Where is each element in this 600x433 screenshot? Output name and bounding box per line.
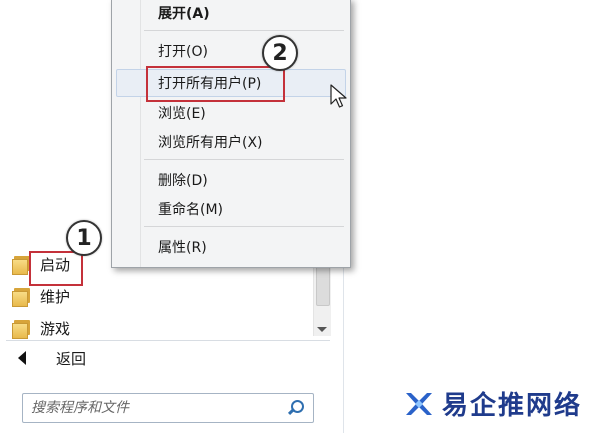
menu-item-explore[interactable]: 浏览(E)	[158, 103, 206, 123]
mouse-cursor-icon	[330, 84, 347, 108]
step-badge-2: 2	[262, 35, 298, 71]
back-arrow-icon	[18, 351, 26, 365]
highlight-box-startup	[29, 251, 83, 286]
menu-separator	[144, 159, 344, 160]
menu-item-expand[interactable]: 展开(A)	[158, 3, 210, 23]
context-menu: 展开(A) 打开(O) 打开所有用户(P) 浏览(E) 浏览所有用户(X) 删除…	[111, 0, 351, 268]
menu-item-rename[interactable]: 重命名(M)	[158, 199, 223, 219]
menu-item-properties[interactable]: 属性(R)	[158, 237, 207, 257]
back-button[interactable]: 返回	[6, 340, 330, 375]
menu-separator	[144, 30, 344, 31]
highlight-box-open-all-users	[146, 66, 285, 102]
search-input[interactable]	[23, 395, 287, 421]
menu-item-delete[interactable]: 删除(D)	[158, 170, 208, 190]
folder-icon	[12, 319, 34, 339]
program-item-label: 游戏	[40, 319, 71, 338]
folder-icon	[12, 287, 34, 307]
menu-item-open[interactable]: 打开(O)	[158, 41, 208, 61]
back-label: 返回	[56, 349, 87, 368]
step-badge-1: 1	[66, 220, 102, 256]
program-item-label: 维护	[40, 287, 71, 306]
search-box[interactable]	[22, 393, 314, 423]
scroll-down-icon[interactable]	[317, 327, 327, 332]
watermark-logo-icon	[406, 392, 432, 415]
watermark-text: 易企推网络	[442, 391, 583, 421]
menu-item-explore-all-users[interactable]: 浏览所有用户(X)	[158, 132, 263, 152]
menu-separator	[144, 226, 344, 227]
watermark: 易企推网络	[402, 385, 582, 422]
search-icon[interactable]	[287, 399, 305, 417]
